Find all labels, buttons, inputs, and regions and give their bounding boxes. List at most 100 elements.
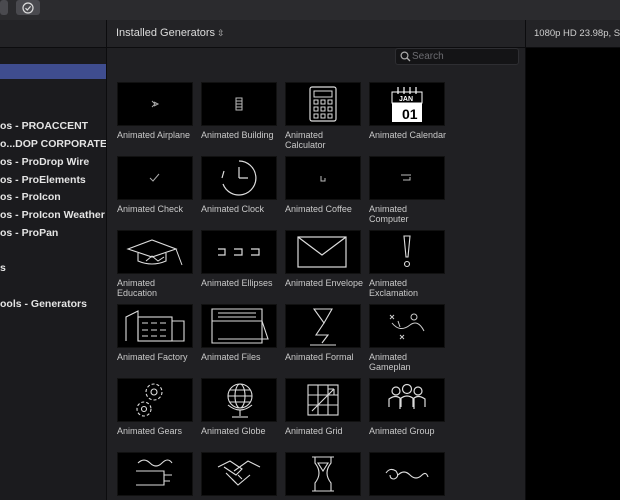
generator-thumbnail [201, 304, 277, 348]
handshake-icon [217, 460, 261, 486]
generator-thumbnail [117, 82, 193, 126]
generator-tile[interactable] [201, 452, 277, 500]
link-icon [385, 468, 429, 480]
generator-tile-formal[interactable]: Animated Formal [285, 304, 361, 362]
generator-tile-envelope[interactable]: Animated Envelope [285, 230, 363, 288]
generator-tile-grid[interactable]: Animated Grid [285, 378, 361, 436]
generator-thumbnail [117, 156, 193, 200]
generator-label: Animated Building [201, 130, 274, 140]
calculator-icon [309, 86, 337, 122]
generator-tile[interactable] [117, 452, 193, 500]
coffee-icon [320, 176, 326, 182]
generator-thumbnail: JAN 01 [369, 82, 445, 126]
generator-tile-factory[interactable]: Animated Factory [117, 304, 193, 362]
checkmark-circle-icon [22, 1, 34, 14]
generators-popup-menu[interactable]: Installed Generators ⇳ [116, 27, 225, 39]
sidebar-item[interactable]: os - ProElements [0, 174, 86, 186]
check-icon [149, 173, 160, 182]
generator-thumbnail [201, 378, 277, 422]
generator-thumbnail [201, 230, 277, 274]
generator-label: Animated Education [117, 278, 158, 298]
generator-label: Animated Gears [117, 426, 183, 436]
sidebar-item[interactable]: s [0, 262, 6, 274]
generator-thumbnail [285, 378, 361, 422]
generator-thumbnail [369, 230, 445, 274]
generator-thumbnail [117, 452, 193, 496]
sidebar-item[interactable]: os - ProIcon [0, 191, 61, 203]
generator-tile-exclamation[interactable]: Animated Exclamation [369, 230, 445, 298]
viewer-canvas[interactable] [526, 48, 620, 500]
sidebar: os - PROACCENT o...DOP CORPORATE os - Pr… [0, 48, 106, 500]
page-title: Installed Generators [116, 27, 216, 39]
generator-thumbnail [369, 452, 445, 496]
calendar-day-text: 01 [402, 106, 418, 122]
generator-label: Animated Ellipses [201, 278, 273, 288]
generator-label: Animated Exclamation [369, 278, 419, 298]
generator-label: Animated Calculator [285, 130, 326, 150]
generator-tile[interactable] [285, 452, 361, 500]
generator-tile-education[interactable]: Animated Education [117, 230, 193, 298]
generator-tile-group[interactable]: Animated Group [369, 378, 445, 436]
generator-label: Animated Group [369, 426, 435, 436]
generator-tile-gameplan[interactable]: Animated Gameplan [369, 304, 445, 372]
generator-tile-globe[interactable]: Animated Globe [201, 378, 277, 436]
generator-thumbnail [285, 304, 361, 348]
background-tasks-button[interactable] [16, 0, 40, 15]
gears-icon [136, 383, 163, 417]
generator-tile-files[interactable]: Animated Files [201, 304, 277, 362]
generator-tile-computer[interactable]: Animated Computer [369, 156, 445, 224]
generator-thumbnail [117, 378, 193, 422]
calendar-icon: JAN 01 [391, 87, 423, 122]
airplane-icon [151, 100, 160, 108]
viewer-format-label: 1080p HD 23.98p, St [534, 28, 620, 39]
sidebar-item[interactable]: os - PROACCENT [0, 120, 88, 132]
globe-icon [227, 383, 253, 418]
hand-icon [136, 459, 173, 486]
generator-browser: Animated Airplane Animated Building Anim… [107, 48, 525, 500]
generator-thumbnail [117, 230, 193, 274]
generator-tile-airplane[interactable]: Animated Airplane [117, 82, 193, 140]
toolbar-button[interactable] [0, 0, 8, 15]
generator-label: Animated Formal [285, 352, 354, 362]
generator-label: Animated Gameplan [369, 352, 411, 372]
sidebar-item[interactable]: os - ProIcon Weather [0, 209, 105, 221]
sidebar-item[interactable]: os - ProDrop Wire [0, 156, 89, 168]
sidebar-item[interactable]: ools - Generators [0, 298, 87, 310]
sidebar-item[interactable]: os - ProPan [0, 227, 58, 239]
generator-tile-calendar[interactable]: JAN 01 Animated Calendar [369, 82, 446, 140]
generator-label: Animated Grid [285, 426, 343, 436]
generator-tile-ellipses[interactable]: Animated Ellipses [201, 230, 277, 288]
generator-thumbnail [369, 378, 445, 422]
search-field[interactable] [395, 48, 519, 65]
generator-tile-clock[interactable]: Animated Clock [201, 156, 277, 214]
gameplan-icon [389, 313, 425, 340]
generator-label: Animated Computer [369, 204, 409, 224]
header-bar: Installed Generators ⇳ 1080p HD 23.98p, S… [0, 20, 620, 48]
generator-label: Animated Calendar [369, 130, 447, 140]
envelope-icon [297, 236, 347, 268]
search-icon [400, 51, 411, 62]
sidebar-selected-row[interactable] [0, 64, 106, 79]
search-input[interactable] [412, 51, 512, 62]
exclamation-icon [403, 235, 411, 268]
education-icon [126, 239, 183, 266]
files-icon [211, 308, 269, 344]
generator-label: Animated Clock [201, 204, 265, 214]
generator-tile-coffee[interactable]: Animated Coffee [285, 156, 361, 214]
top-toolbar [0, 0, 620, 21]
generator-tile-building[interactable]: Animated Building [201, 82, 277, 140]
sidebar-item[interactable]: o...DOP CORPORATE [0, 138, 106, 150]
formal-icon [310, 308, 336, 346]
generator-tile-calculator[interactable]: Animated Calculator [285, 82, 361, 150]
generator-label: Animated Globe [201, 426, 266, 436]
generator-tile-gears[interactable]: Animated Gears [117, 378, 193, 436]
updown-chevron-icon: ⇳ [217, 28, 225, 38]
grid-icon [307, 384, 339, 416]
generator-label: Animated Coffee [285, 204, 352, 214]
generator-label: Animated Airplane [117, 130, 191, 140]
generator-thumbnail [285, 82, 361, 126]
computer-icon [401, 174, 411, 181]
generator-label: Animated Files [201, 352, 261, 362]
generator-tile[interactable] [369, 452, 445, 500]
generator-tile-check[interactable]: Animated Check [117, 156, 193, 214]
